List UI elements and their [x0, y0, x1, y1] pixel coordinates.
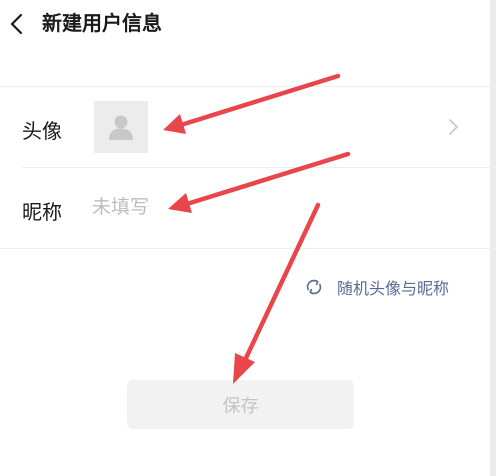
chevron-right-icon — [449, 119, 458, 135]
scrollbar-track — [490, 0, 496, 476]
page-title: 新建用户信息 — [42, 11, 162, 35]
nickname-input[interactable] — [92, 191, 392, 223]
divider — [0, 248, 490, 249]
nav-header: 新建用户信息 — [0, 0, 490, 50]
avatar[interactable] — [94, 101, 148, 153]
avatar-row[interactable]: 头像 — [0, 87, 490, 167]
person-icon — [109, 115, 133, 140]
avatar-label: 头像 — [22, 119, 62, 143]
back-button[interactable] — [6, 10, 30, 38]
save-button[interactable]: 保存 — [127, 380, 354, 429]
row-arrow — [446, 116, 460, 138]
random-avatar-nickname-link[interactable]: 随机头像与昵称 — [305, 275, 449, 299]
refresh-icon — [306, 279, 322, 295]
chevron-left-icon — [10, 13, 23, 35]
random-link-label: 随机头像与昵称 — [337, 279, 450, 298]
nickname-label: 昵称 — [22, 200, 62, 224]
